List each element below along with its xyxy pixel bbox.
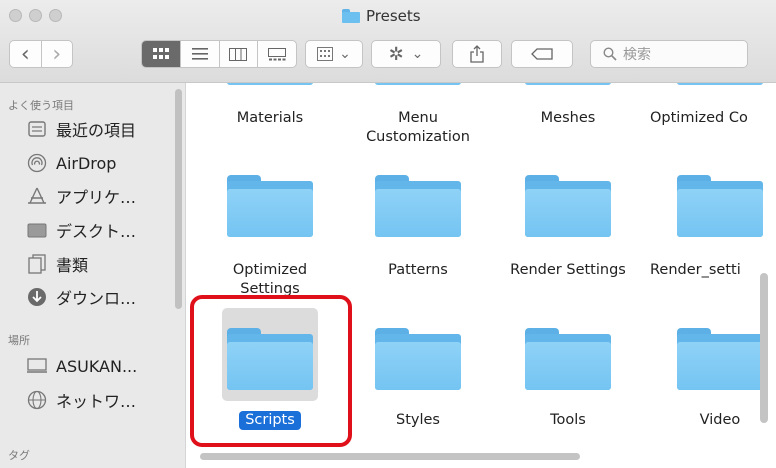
- chevron-left-icon: ‹: [20, 41, 30, 67]
- sidebar-item-computer[interactable]: ASUKAN...: [26, 353, 137, 379]
- file-item-label[interactable]: Tools: [493, 411, 643, 430]
- edit-tags-button[interactable]: [511, 40, 573, 68]
- file-item-label[interactable]: Patterns: [343, 261, 493, 280]
- sidebar-item-label: AirDrop: [56, 153, 117, 173]
- sidebar-item-label: 書類: [56, 256, 89, 275]
- search-field[interactable]: 検索: [590, 40, 748, 68]
- sidebar-item-airdrop[interactable]: AirDrop: [26, 150, 116, 176]
- folder-icon: [342, 9, 360, 23]
- close-window-button[interactable]: [9, 9, 22, 22]
- share-button[interactable]: [452, 40, 502, 68]
- sidebar-item-network[interactable]: ネットワ…: [26, 387, 136, 413]
- column-view-icon: [229, 47, 248, 61]
- folder-icon[interactable]: [375, 328, 461, 390]
- icon-view-button[interactable]: [142, 41, 181, 67]
- locations-header: 場所: [8, 334, 30, 347]
- chevron-down-icon: ⌄: [411, 46, 424, 62]
- folder-icon: [375, 83, 461, 85]
- sidebar-item-downloads[interactable]: ダウンロ…: [26, 284, 136, 310]
- file-item-label[interactable]: Optimized Settings: [195, 261, 345, 299]
- file-item-label[interactable]: Video: [645, 411, 776, 430]
- search-icon: [603, 47, 617, 61]
- list-view-icon: [191, 48, 208, 60]
- documents-icon: [26, 253, 48, 275]
- folder-icon: [677, 83, 763, 85]
- file-item-label[interactable]: Meshes: [493, 109, 643, 128]
- file-item-label[interactable]: Styles: [343, 411, 493, 430]
- group-button[interactable]: ⌄: [305, 40, 363, 68]
- sidebar-item-label: ダウンロ…: [56, 289, 137, 308]
- sidebar-item-label: デスクト…: [56, 222, 137, 241]
- folder-icon[interactable]: [525, 175, 611, 237]
- sidebar: よく使う項目 最近の項目 AirDrop アプリケ… デスクト… 書類 ダウンロ…: [0, 83, 186, 468]
- tag-icon: [531, 48, 553, 60]
- folder-icon[interactable]: [677, 328, 763, 390]
- finder-window: Presets ‹ › ⌄ ✲ ⌄ 検索 よく使う項目 最近の項目 AirDro…: [0, 0, 776, 468]
- navigation-buttons: ‹ ›: [9, 40, 73, 68]
- forward-button[interactable]: ›: [42, 41, 73, 67]
- vertical-scrollbar[interactable]: [760, 273, 768, 423]
- back-button[interactable]: ‹: [10, 41, 42, 67]
- desktop-icon: [26, 219, 48, 241]
- folder-icon[interactable]: [227, 175, 313, 237]
- sidebar-item-label: ネットワ…: [56, 392, 137, 411]
- airdrop-icon: [26, 152, 48, 174]
- sidebar-item-recents[interactable]: 最近の項目: [26, 116, 136, 142]
- window-title: Presets: [342, 5, 421, 27]
- computer-icon: [26, 355, 48, 377]
- zoom-window-button[interactable]: [49, 9, 62, 22]
- title-bar: Presets ‹ › ⌄ ✲ ⌄ 検索: [0, 0, 776, 83]
- view-mode-buttons: [141, 40, 297, 68]
- chevron-right-icon: ›: [52, 41, 62, 67]
- group-icon: [317, 47, 334, 61]
- minimize-window-button[interactable]: [29, 9, 42, 22]
- downloads-icon: [26, 286, 48, 308]
- folder-icon[interactable]: [677, 175, 763, 237]
- sidebar-item-label: アプリケ…: [56, 188, 137, 207]
- window-title-text: Presets: [366, 7, 421, 25]
- file-grid: Materials Menu Customization Meshes Opti…: [186, 83, 776, 468]
- column-view-button[interactable]: [220, 41, 259, 67]
- gallery-view-icon: [268, 47, 287, 60]
- folder-icon: [525, 83, 611, 85]
- share-icon: [470, 45, 484, 63]
- sidebar-item-label: 最近の項目: [56, 121, 137, 140]
- sidebar-scrollbar[interactable]: [175, 89, 182, 309]
- favorites-header: よく使う項目: [8, 99, 74, 112]
- network-icon: [26, 389, 48, 411]
- gear-icon: ✲: [388, 43, 404, 65]
- horizontal-scrollbar[interactable]: [200, 453, 580, 460]
- tags-header: タグ: [8, 449, 30, 462]
- gallery-view-button[interactable]: [258, 41, 296, 67]
- file-item-label[interactable]: Materials: [195, 109, 345, 128]
- sidebar-item-documents[interactable]: 書類: [26, 251, 88, 277]
- action-button[interactable]: ✲ ⌄: [371, 40, 441, 68]
- sidebar-item-applications[interactable]: アプリケ…: [26, 183, 136, 209]
- sidebar-item-label: ASUKAN...: [56, 356, 138, 376]
- file-item-label[interactable]: Render_setti: [645, 261, 776, 280]
- folder-icon[interactable]: [375, 175, 461, 237]
- sidebar-item-desktop[interactable]: デスクト…: [26, 217, 136, 243]
- applications-icon: [26, 185, 48, 207]
- recents-icon: [26, 118, 48, 140]
- file-item-label[interactable]: Menu Customization: [343, 109, 493, 147]
- chevron-down-icon: ⌄: [339, 46, 351, 62]
- list-view-button[interactable]: [181, 41, 220, 67]
- folder-icon[interactable]: [525, 328, 611, 390]
- folder-icon: [227, 83, 313, 85]
- icon-view-icon: [152, 48, 169, 59]
- highlight-annotation-box: [190, 295, 352, 447]
- file-item-label[interactable]: Render Settings: [493, 261, 643, 280]
- search-placeholder: 検索: [623, 47, 651, 63]
- file-item-label[interactable]: Optimized Co: [645, 109, 776, 128]
